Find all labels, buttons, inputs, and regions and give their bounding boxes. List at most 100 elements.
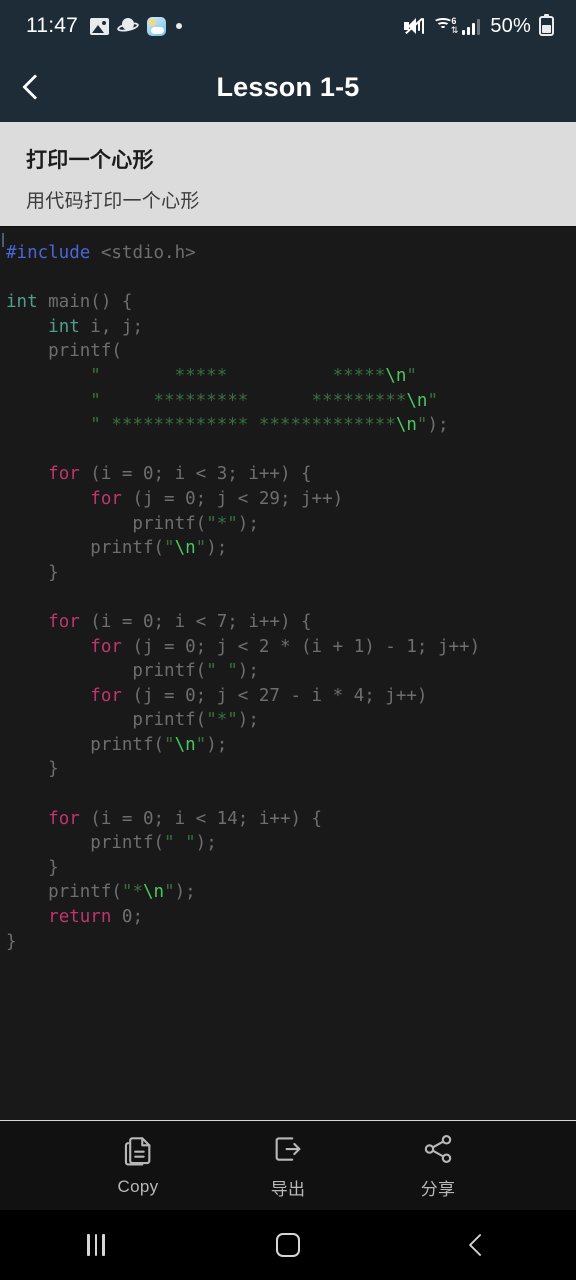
code-token: printf( <box>6 833 165 854</box>
page-title: Lesson 1-5 <box>216 71 360 102</box>
code-token: printf( <box>6 882 122 903</box>
code-token: ); <box>427 415 449 436</box>
nav-back-button[interactable] <box>384 1233 576 1257</box>
export-button[interactable]: 导出 <box>240 1132 336 1200</box>
share-button[interactable]: 分享 <box>390 1132 486 1200</box>
code-token: } <box>6 931 17 952</box>
status-bar-right: 6 ⇅ 50% <box>404 14 554 38</box>
lesson-header: 打印一个心形 用代码打印一个心形 <box>0 122 576 226</box>
code-token: ); <box>206 538 228 559</box>
code-token: \n <box>406 390 428 411</box>
weather-icon <box>147 16 166 36</box>
code-token: (j = 0; j < 27 - i * 4; j++) <box>121 685 428 706</box>
status-bar: 11:47 6 ⇅ 50% <box>0 0 576 52</box>
battery-percent: 50% <box>490 14 531 37</box>
system-nav-bar <box>0 1210 576 1280</box>
copy-button-label: Copy <box>117 1177 159 1196</box>
code-token: printf( <box>6 341 122 362</box>
code-token: int <box>48 316 80 337</box>
code-token: printf( <box>6 661 207 682</box>
action-toolbar: Copy 导出 分享 <box>0 1120 576 1210</box>
code-token: <stdio.h> <box>90 243 196 263</box>
code-token: " <box>164 538 175 559</box>
code-token: " <box>427 390 438 411</box>
wifi-6-icon: 6 ⇅ <box>432 16 458 35</box>
code-token: for <box>48 808 80 829</box>
share-icon <box>424 1134 452 1163</box>
code-token: for <box>90 488 122 509</box>
code-token: main() { <box>37 292 133 313</box>
code-token: printf( <box>6 538 165 559</box>
code-token: \n <box>395 415 417 436</box>
back-icon <box>468 1233 492 1257</box>
share-button-label: 分享 <box>420 1179 456 1199</box>
code-token: " ************* ************* <box>6 415 396 436</box>
code-token: " ********* ********* <box>6 390 407 411</box>
cell-signal-icon <box>462 18 482 35</box>
lesson-subtitle: 用代码打印一个心形 <box>26 191 200 212</box>
code-content[interactable]: #include <stdio.h> int main() { int i, j… <box>0 227 576 954</box>
code-token: " ***** ***** <box>6 365 386 386</box>
code-token: " <box>406 365 417 386</box>
code-token: return <box>48 907 112 928</box>
code-token: " " <box>164 833 196 854</box>
code-token: (i = 0; i < 7; i++) { <box>79 611 312 632</box>
dot-indicator-icon <box>176 23 182 29</box>
code-token: "*" <box>206 710 238 731</box>
lesson-title: 打印一个心形 <box>26 149 154 172</box>
code-token: (j = 0; j < 2 * (i + 1) - 1; j++) <box>121 636 481 657</box>
gallery-icon <box>90 17 109 35</box>
code-token: printf( <box>6 513 207 534</box>
code-token: " <box>164 734 175 755</box>
code-token: " <box>416 415 428 436</box>
code-token: printf( <box>6 710 207 731</box>
code-token: ); <box>237 710 259 731</box>
code-token: } <box>6 562 59 583</box>
code-token: \n <box>174 734 196 755</box>
code-token: " " <box>206 661 238 682</box>
home-button[interactable] <box>192 1233 384 1257</box>
code-editor[interactable]: #include <stdio.h> int main() { int i, j… <box>0 226 576 1120</box>
recents-button[interactable] <box>0 1234 192 1256</box>
status-time: 11:47 <box>26 14 78 37</box>
code-token: \n <box>142 882 165 903</box>
back-button[interactable] <box>0 52 70 122</box>
code-token: for <box>90 685 122 706</box>
code-token: ); <box>206 734 228 755</box>
status-bar-left: 11:47 <box>26 14 182 38</box>
code-token: for <box>48 464 80 485</box>
code-token: " <box>195 734 207 755</box>
app-bar: Lesson 1-5 <box>0 52 576 122</box>
code-token: (i = 0; i < 14; i++) { <box>79 808 323 829</box>
saturn-icon <box>116 17 140 35</box>
home-icon <box>276 1233 300 1257</box>
code-token: " <box>195 538 207 559</box>
code-token: } <box>6 759 59 780</box>
export-icon <box>275 1136 301 1161</box>
code-token: \n <box>174 538 196 559</box>
text-caret <box>2 233 4 247</box>
code-token: } <box>6 857 59 878</box>
mute-icon <box>404 17 425 35</box>
recents-icon <box>87 1234 105 1256</box>
export-button-label: 导出 <box>270 1179 306 1199</box>
code-token: (j = 0; j < 29; j++) <box>121 488 344 509</box>
app-root: 11:47 6 ⇅ 50% Lesson 1-5 打印一个心形 用代码打印一个心… <box>0 0 576 1280</box>
chevron-left-icon <box>22 74 48 100</box>
code-token: "*" <box>206 513 238 534</box>
code-token: ); <box>237 661 259 682</box>
copy-button[interactable]: Copy <box>90 1134 186 1197</box>
code-token: i, j; <box>79 316 143 337</box>
copy-icon <box>124 1137 151 1166</box>
code-token: ); <box>237 513 259 534</box>
code-token: for <box>90 636 122 657</box>
code-token: #include <box>6 243 91 263</box>
